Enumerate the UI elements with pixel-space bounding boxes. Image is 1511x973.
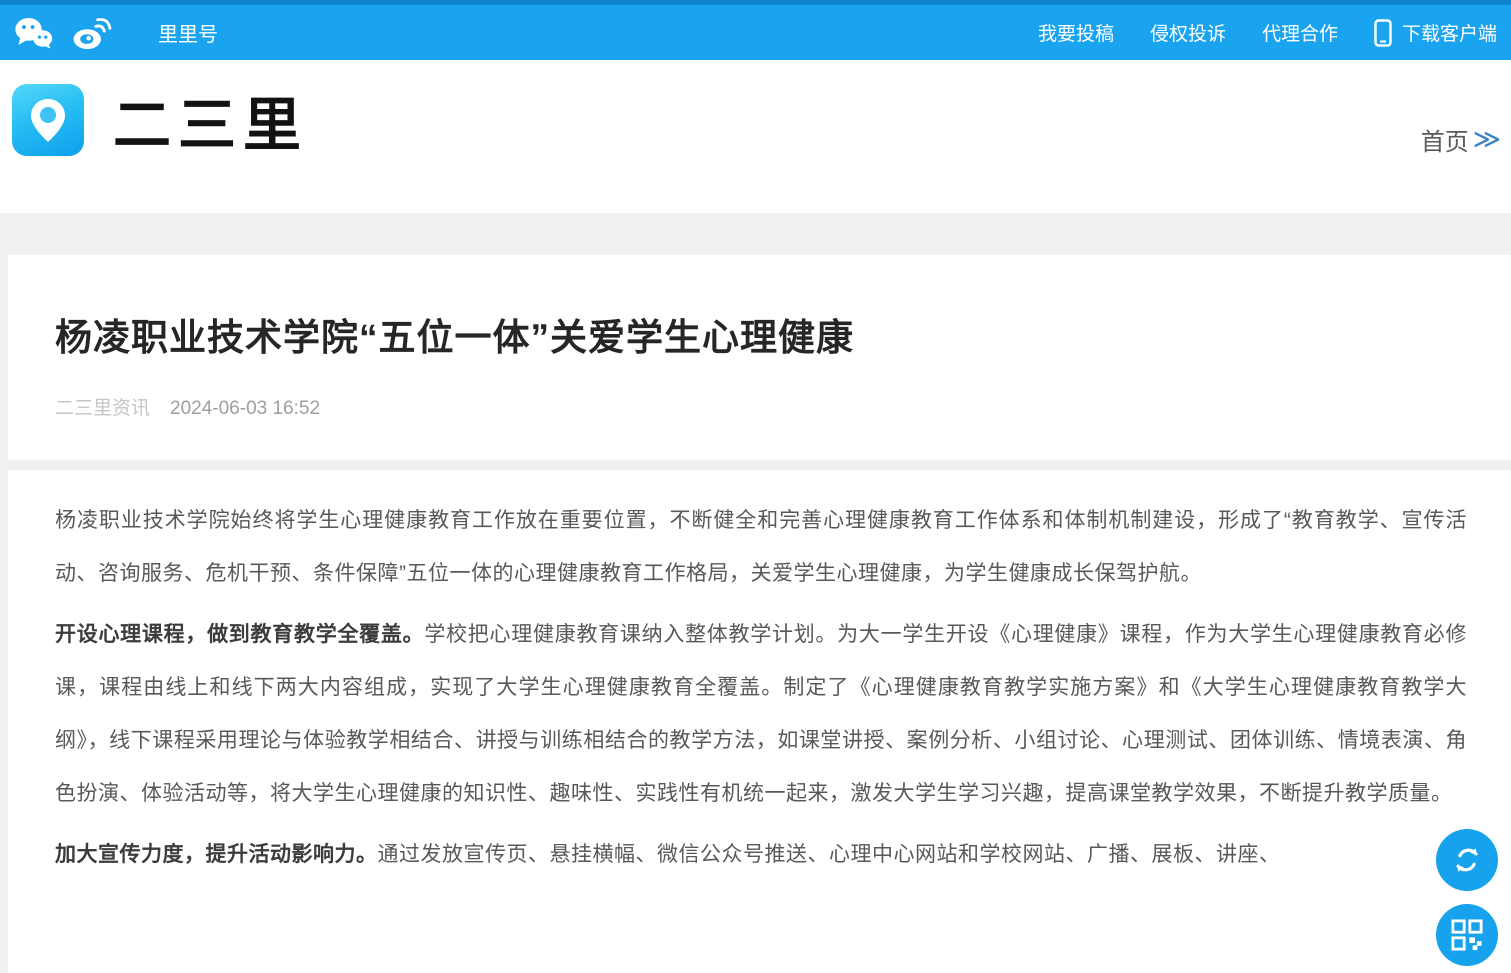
home-nav-link[interactable]: 首页 ≫ [1421,122,1501,157]
topbar-home-link[interactable]: 里里号 [158,18,218,47]
site-logo[interactable] [12,84,84,156]
phone-icon [1374,19,1392,47]
topbar: 里里号 我要投稿 侵权投诉 代理合作 下载客户端 [0,0,1511,60]
article-paragraph: 加大宣传力度，提升活动影响力。通过发放宣传页、悬挂横幅、微信公众号推送、心理中心… [55,828,1467,881]
paragraph-text: 杨凌职业技术学院始终将学生心理健康教育工作放在重要位置，不断健全和完善心理健康教… [55,509,1467,585]
article-source: 二三里资讯 [55,393,150,420]
location-pin-icon [25,95,71,145]
refresh-button[interactable] [1436,829,1498,891]
article-paragraph: 开设心理课程，做到教育教学全覆盖。学校把心理健康教育课纳入整体教学计划。为大一学… [55,608,1467,820]
paragraph-lead: 加大宣传力度，提升活动影响力。 [55,843,378,866]
article-title-card: 杨凌职业技术学院“五位一体”关爱学生心理健康 二三里资讯 2024-06-03 … [8,255,1511,460]
site-header: 二三里 首页 ≫ [0,60,1511,213]
topbar-link-agency[interactable]: 代理合作 [1262,19,1338,46]
article-datetime: 2024-06-03 16:52 [170,398,320,420]
paragraph-text: 通过发放宣传页、悬挂横幅、微信公众号推送、心理中心网站和学校网站、广播、展板、讲… [378,843,1281,866]
article-paragraph: 杨凌职业技术学院始终将学生心理健康教育工作放在重要位置，不断健全和完善心理健康教… [55,494,1467,600]
wechat-icon[interactable] [14,14,54,52]
paragraph-text: 学校把心理健康教育课纳入整体教学计划。为大一学生开设《心理健康》课程，作为大学生… [55,623,1467,805]
article-byline: 二三里资讯 2024-06-03 16:52 [55,393,1467,420]
site-logo-text: 二三里 [113,78,308,162]
refresh-icon [1450,843,1484,877]
qr-code-icon [1451,919,1483,951]
article-title: 杨凌职业技术学院“五位一体”关爱学生心理健康 [55,307,1467,361]
paragraph-lead: 开设心理课程，做到教育教学全覆盖。 [55,623,424,646]
topbar-accent-strip [0,0,1511,5]
home-nav-label: 首页 [1421,122,1469,157]
article-body-card: 杨凌职业技术学院始终将学生心理健康教育工作放在重要位置，不断健全和完善心理健康教… [8,470,1511,973]
weibo-icon[interactable] [72,14,112,52]
topbar-link-download[interactable]: 下载客户端 [1374,19,1497,47]
double-chevron-right-icon: ≫ [1473,124,1501,155]
qr-code-button[interactable] [1436,904,1498,966]
topbar-link-submit[interactable]: 我要投稿 [1038,19,1114,46]
topbar-link-complaint[interactable]: 侵权投诉 [1150,19,1226,46]
